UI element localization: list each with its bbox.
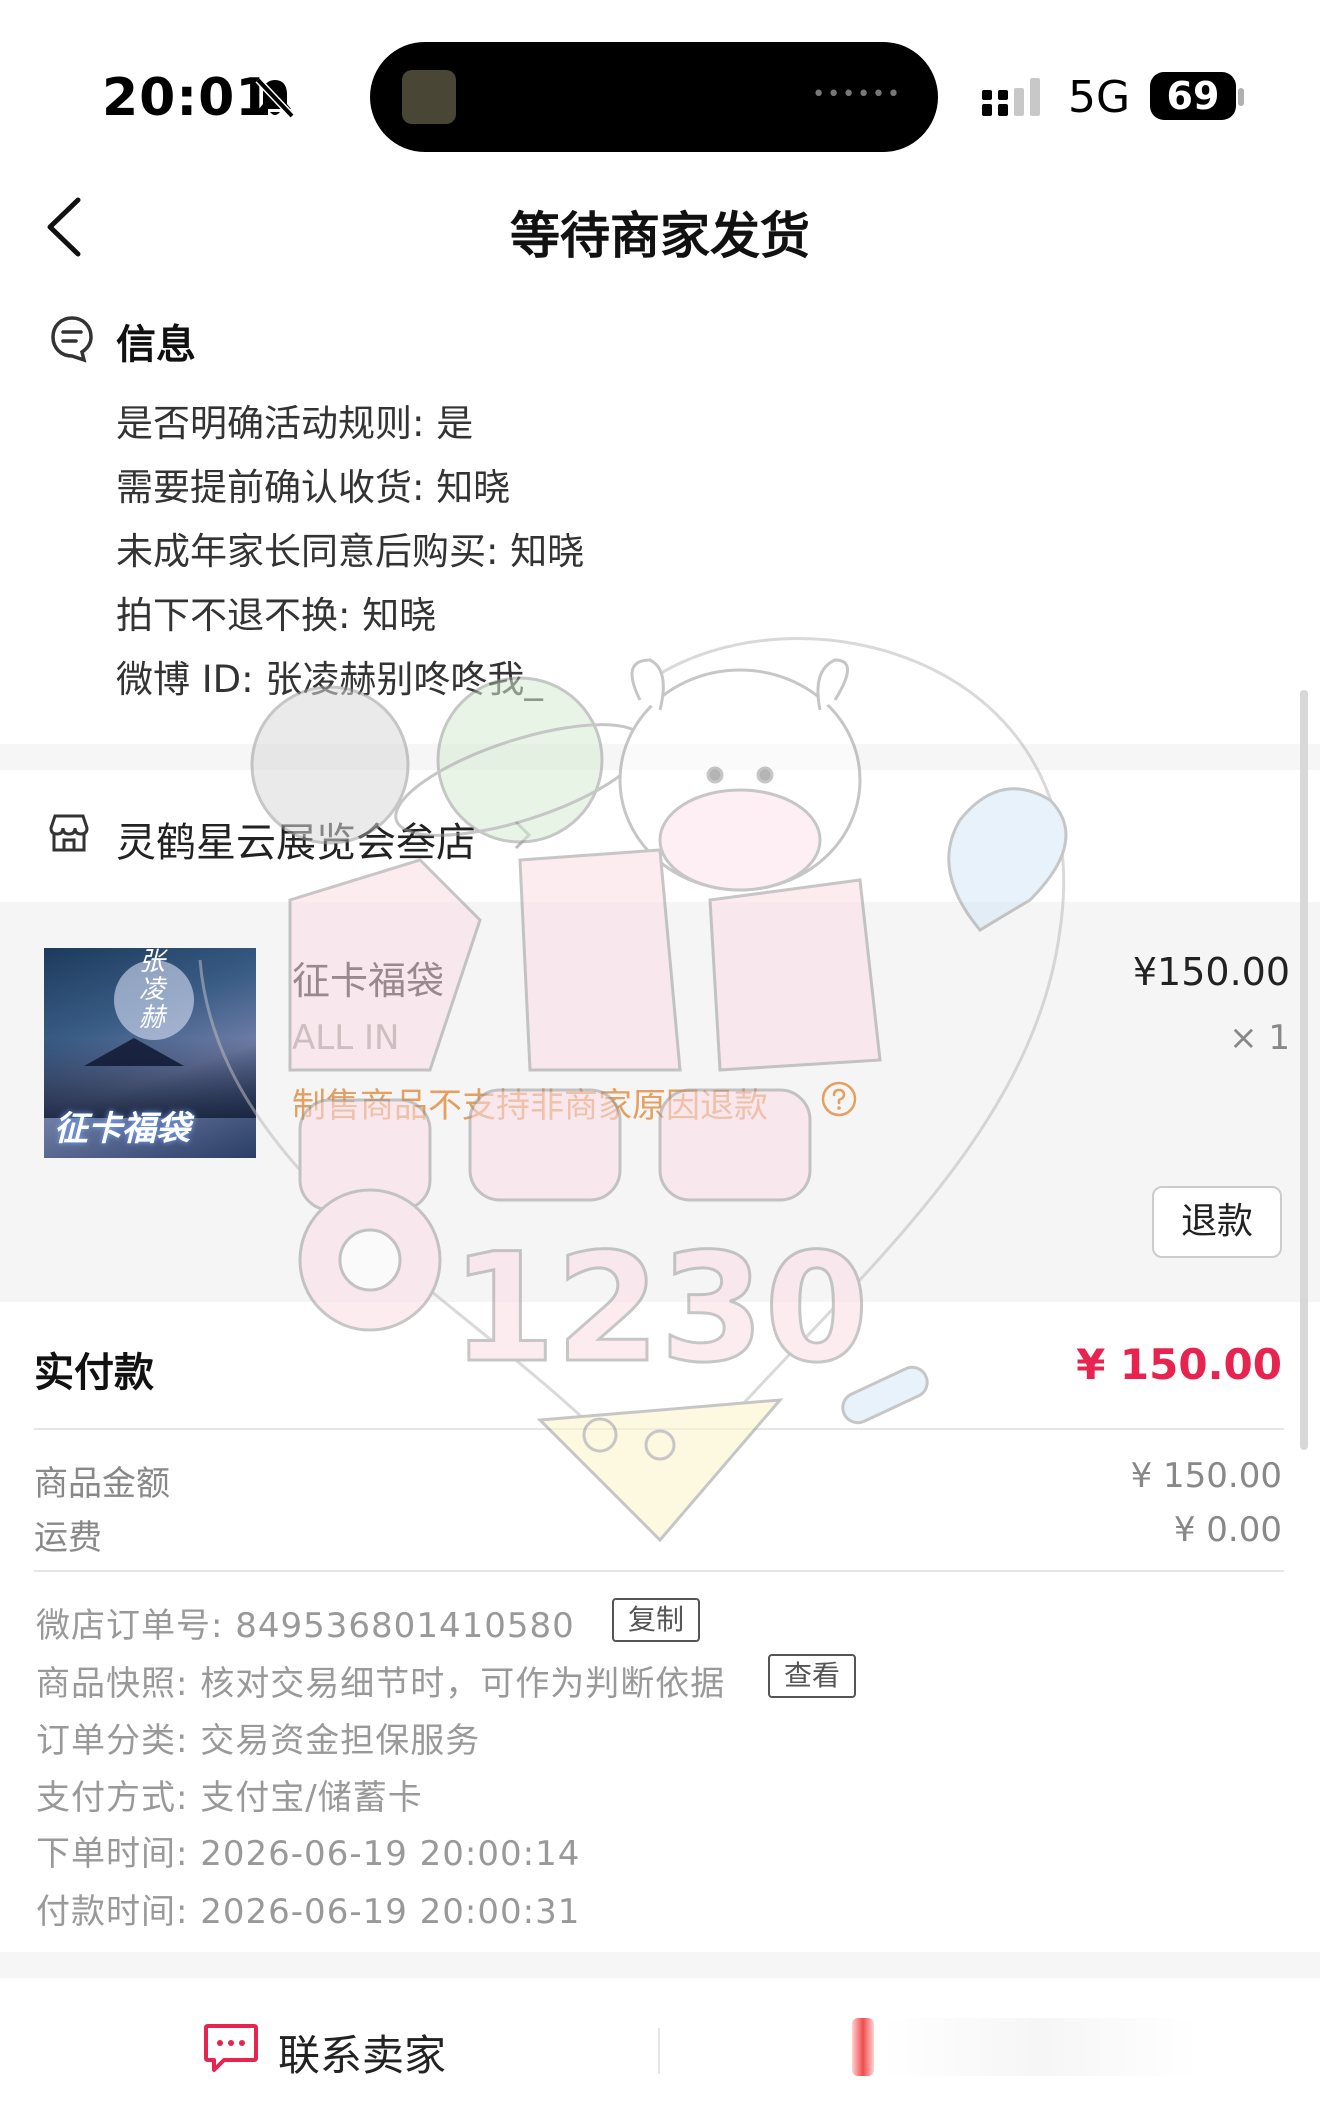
product-price: ¥150.00 [1132, 950, 1290, 994]
island-dots-icon: •••••• [812, 82, 902, 107]
product-quantity: × 1 [1229, 1018, 1290, 1058]
obscured-action[interactable] [880, 2018, 1200, 2076]
order-snapshot: 商品快照: 核对交易细节时，可作为判断依据 [36, 1664, 726, 1704]
goods-amount-value: ¥ 150.00 [1130, 1456, 1282, 1496]
divider [34, 1570, 1284, 1572]
section-gap [0, 1952, 1320, 1978]
product-name[interactable]: 征卡福袋 [292, 950, 444, 1005]
red-mark [852, 2018, 874, 2076]
view-snapshot-button[interactable]: 查看 [768, 1654, 856, 1698]
section-gap [0, 744, 1320, 770]
info-section: 信息 是否明确活动规则: 是 需要提前确认收货: 知晓 未成年家长同意后购买: … [0, 300, 1320, 740]
pay-time: 付款时间: 2026-06-19 20:00:31 [36, 1892, 581, 1932]
shipping-label: 运费 [34, 1518, 102, 1558]
shop-icon [49, 814, 89, 852]
dynamic-island: •••••• [370, 42, 938, 152]
shipping-value: ¥ 0.00 [1173, 1510, 1282, 1550]
info-list: 是否明确活动规则: 是 需要提前确认收货: 知晓 未成年家长同意后购买: 知晓 … [116, 392, 584, 712]
chevron-right-icon[interactable] [512, 818, 534, 852]
order-number: 微店订单号: 849536801410580 [36, 1606, 575, 1646]
signal-icon [982, 78, 1040, 116]
shop-name[interactable]: 灵鹤星云展览会叁店 [116, 810, 476, 868]
status-time: 20:01 [102, 68, 273, 128]
thumbnail-title: 征卡福袋 [54, 1109, 190, 1149]
contact-seller-button[interactable]: 联系卖家 [278, 2022, 446, 2083]
help-icon[interactable] [820, 1080, 858, 1118]
refund-button[interactable]: 退款 [1152, 1186, 1282, 1258]
network-type: 5G [1068, 72, 1131, 123]
bottom-action-bar: 联系卖家 [0, 1978, 1320, 2123]
bell-muted-icon [255, 77, 295, 119]
info-line-weibo-id: 微博 ID: 张凌赫别咚咚我_ [116, 658, 543, 701]
info-line-rules: 是否明确活动规则: 是 [116, 402, 474, 445]
product-thumbnail[interactable]: 张凌赫 征卡福袋 [44, 948, 256, 1158]
order-category: 订单分类: 交易资金担保服务 [36, 1721, 481, 1761]
page-title: 等待商家发货 [510, 207, 810, 265]
bar-separator [658, 2028, 660, 2074]
paid-label: 实付款 [34, 1350, 154, 1396]
battery-level: 69 [1150, 72, 1236, 120]
divider [34, 1428, 1284, 1430]
paid-value: ¥ 150.00 [1076, 1340, 1282, 1389]
product-spec: ALL IN [292, 1018, 400, 1058]
order-time: 下单时间: 2026-06-19 20:00:14 [36, 1834, 581, 1874]
island-thumbnail [402, 70, 456, 124]
status-bar: 20:01 •••••• 5G 69 [0, 0, 1320, 160]
info-line-no-return: 拍下不退不换: 知晓 [116, 594, 437, 637]
payment-method: 支付方式: 支付宝/储蓄卡 [36, 1778, 423, 1818]
info-title: 信息 [116, 322, 196, 368]
chat-icon[interactable] [202, 2020, 260, 2074]
refund-policy-warning: 制售商品不支持非商家原因退款 [292, 1086, 768, 1126]
thumbnail-vertical-text: 张凌赫 [138, 948, 165, 1033]
copy-button[interactable]: 复制 [612, 1598, 700, 1642]
goods-amount-label: 商品金额 [34, 1464, 170, 1504]
product-card[interactable]: 张凌赫 征卡福袋 征卡福袋 ALL IN 制售商品不支持非商家原因退款 ¥150… [0, 902, 1320, 1302]
document-icon [51, 316, 93, 363]
info-line-minor-consent: 未成年家长同意后购买: 知晓 [116, 530, 585, 573]
scrollbar[interactable] [1300, 690, 1308, 1450]
shop-row[interactable]: 灵鹤星云展览会叁店 [0, 770, 1320, 900]
battery-tip [1238, 88, 1244, 106]
info-line-confirm-receipt: 需要提前确认收货: 知晓 [116, 466, 511, 509]
